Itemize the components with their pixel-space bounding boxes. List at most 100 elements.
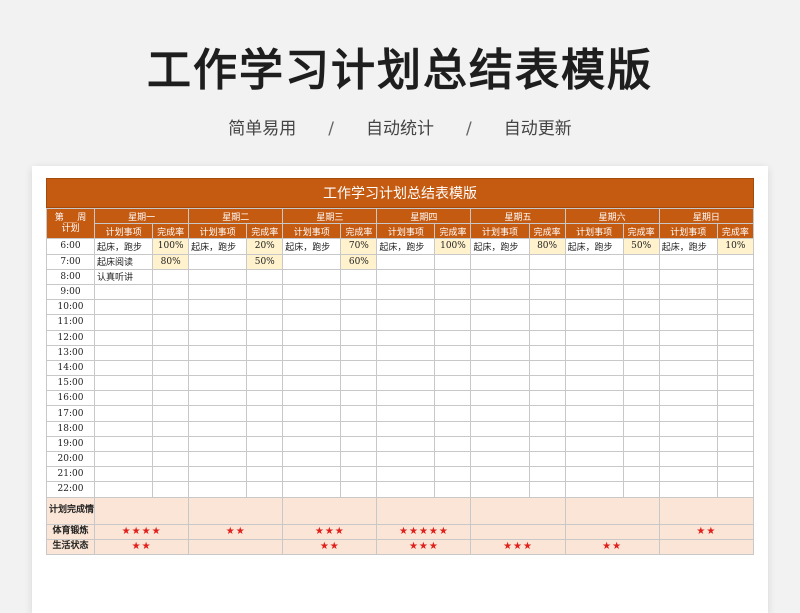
plan-item-cell: [658, 450, 718, 468]
time-cell: 8:00: [45, 268, 96, 285]
day-header: 星期二: [188, 207, 284, 225]
completion-rate-cell: [528, 466, 566, 483]
completion-rate-cell: 50%: [622, 238, 660, 255]
plan-item-cell: [564, 435, 624, 453]
table-row: 21:00: [45, 466, 755, 483]
plan-item-cell: 认真听讲: [94, 268, 154, 285]
table-row: 22:00: [45, 481, 755, 498]
time-cell: 22:00: [45, 481, 96, 498]
completion-rate-cell: [528, 359, 566, 377]
completion-rate-cell: [716, 481, 755, 498]
completion-rate-cell: [528, 405, 566, 422]
completion-rate-cell: [246, 435, 284, 453]
completion-rate-cell: 100%: [152, 238, 190, 255]
plan-item-cell: [376, 375, 436, 392]
plan-item-cell: [188, 344, 248, 361]
plan-item-cell: [564, 405, 624, 422]
plan-item-cell: [94, 420, 154, 437]
plan-item-cell: [470, 359, 530, 377]
plan-item-cell: [188, 390, 248, 407]
sport-rating: ★★★★★: [376, 523, 472, 540]
completion-rate-cell: [434, 435, 472, 453]
completion-rate-cell: [434, 344, 472, 361]
plan-item-cell: [94, 405, 154, 422]
week-label: 第___周: [54, 212, 87, 223]
completion-rate-cell: [152, 359, 190, 377]
plan-item-cell: [658, 420, 718, 437]
completion-rate-cell: [622, 329, 660, 346]
time-cell: 19:00: [45, 435, 96, 453]
completion-rate-cell: [434, 283, 472, 301]
sport-rating: ★★★★: [94, 523, 190, 540]
col-header-item: 计划事项: [94, 223, 154, 240]
plan-item-cell: [94, 481, 154, 498]
completion-rate-cell: [246, 329, 284, 346]
completion-rate-cell: [152, 344, 190, 361]
completion-rate-cell: [340, 450, 378, 468]
time-cell: 17:00: [45, 405, 96, 422]
completion-rate-cell: 80%: [152, 253, 190, 270]
time-cell: 14:00: [45, 359, 96, 377]
completion-rate-cell: [340, 283, 378, 301]
plan-item-cell: [470, 283, 530, 301]
plan-item-cell: [188, 405, 248, 422]
completion-rate-cell: [716, 390, 755, 407]
completion-rate-cell: [622, 390, 660, 407]
plan-item-cell: [188, 329, 248, 346]
completion-rate-cell: [152, 390, 190, 407]
plan-item-cell: [470, 420, 530, 437]
completion-rate-cell: [434, 466, 472, 483]
completion-rate-cell: [340, 359, 378, 377]
sheet-title: 工作学习计划总结表模版: [46, 178, 754, 208]
sport-rating: ★★: [658, 523, 755, 540]
col-header-rate: 完成率: [528, 223, 566, 240]
completion-rate-cell: [152, 268, 190, 285]
col-header-item: 计划事项: [470, 223, 530, 240]
time-cell: 16:00: [45, 390, 96, 407]
plan-item-cell: [282, 299, 342, 316]
plan-item-cell: [188, 375, 248, 392]
completion-rate-cell: [246, 299, 284, 316]
summary-cell: [564, 496, 660, 525]
time-cell: 21:00: [45, 466, 96, 483]
plan-item-cell: [188, 420, 248, 437]
completion-rate-cell: [528, 390, 566, 407]
completion-rate-cell: [716, 405, 755, 422]
plan-item-cell: [564, 481, 624, 498]
plan-item-cell: [376, 390, 436, 407]
plan-item-cell: [470, 450, 530, 468]
completion-rate-cell: [622, 283, 660, 301]
plan-item-cell: [470, 481, 530, 498]
completion-rate-cell: [716, 344, 755, 361]
col-header-item: 计划事项: [282, 223, 342, 240]
plan-item-cell: [94, 466, 154, 483]
completion-rate-cell: [434, 420, 472, 437]
life-rating: [188, 538, 284, 555]
plan-item-cell: [658, 283, 718, 301]
plan-item-cell: [376, 344, 436, 361]
summary-cell: [94, 496, 190, 525]
completion-rate-cell: [340, 344, 378, 361]
life-rating: ★★: [564, 538, 660, 555]
summary-cell: [188, 496, 284, 525]
completion-rate-cell: [340, 268, 378, 285]
col-header-rate: 完成率: [622, 223, 660, 240]
day-header: 星期五: [470, 207, 566, 225]
completion-rate-cell: [152, 299, 190, 316]
completion-rate-cell: [434, 253, 472, 270]
completion-rate-cell: [528, 268, 566, 285]
completion-rate-cell: [622, 450, 660, 468]
plan-item-cell: [564, 283, 624, 301]
col-header-item: 计划事项: [658, 223, 718, 240]
completion-rate-cell: [622, 405, 660, 422]
plan-item-cell: [658, 359, 718, 377]
plan-item-cell: [658, 481, 718, 498]
table-row: 20:00: [45, 450, 755, 468]
completion-rate-cell: [716, 299, 755, 316]
plan-item-cell: 起床，跑步: [282, 238, 342, 255]
plan-item-cell: [282, 283, 342, 301]
col-header-rate: 完成率: [246, 223, 284, 240]
completion-rate-cell: [434, 314, 472, 331]
plan-item-cell: [94, 450, 154, 468]
plan-item-cell: [564, 420, 624, 437]
